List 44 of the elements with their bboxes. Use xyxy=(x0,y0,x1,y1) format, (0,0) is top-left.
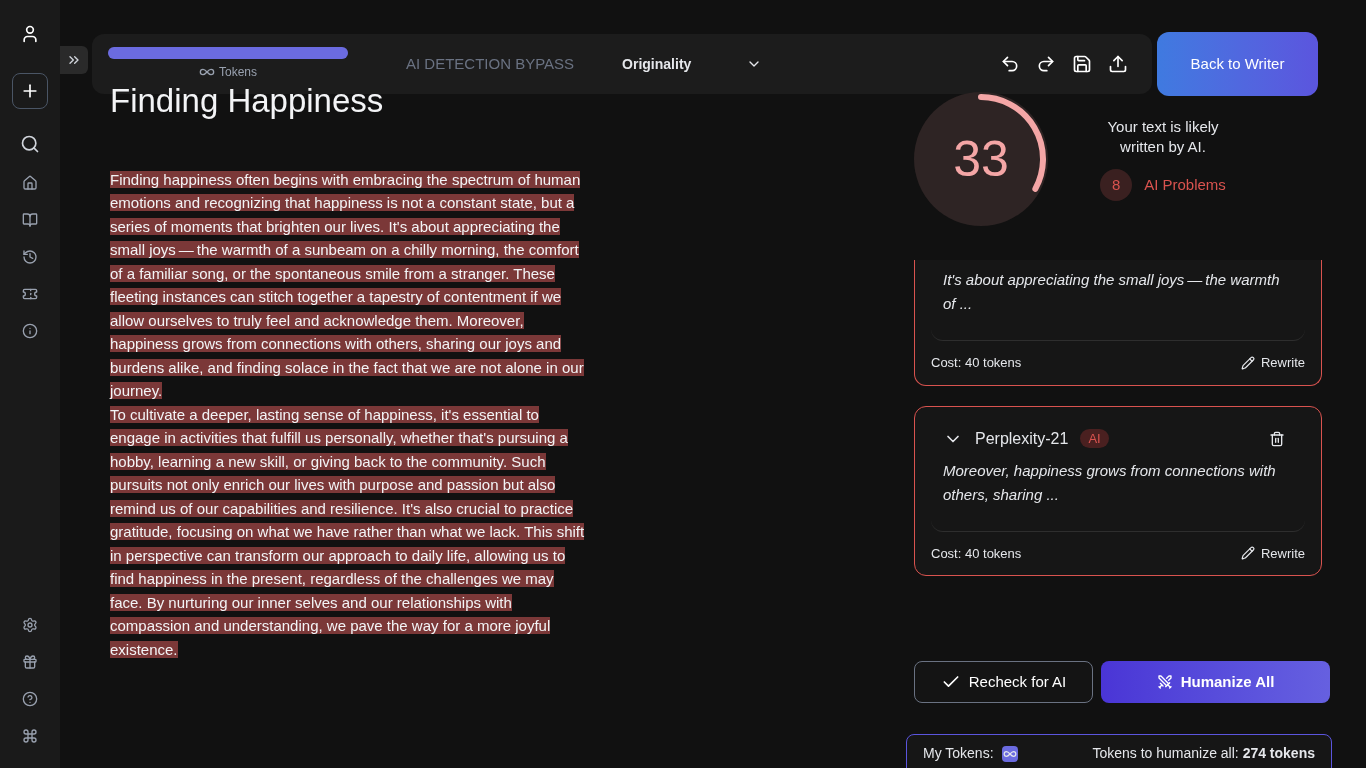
share-icon[interactable] xyxy=(1108,54,1128,74)
document-title: Finding Happiness xyxy=(110,81,385,121)
ai-tag: AI xyxy=(1080,428,1109,449)
history-icon[interactable] xyxy=(22,249,38,265)
detector-dropdown[interactable]: Originality xyxy=(622,53,763,75)
back-to-writer-button[interactable]: Back to Writer xyxy=(1157,32,1318,96)
book-icon[interactable] xyxy=(22,212,38,228)
issue-excerpt: It's about appreciating the small joys — the warmth of ... xyxy=(942,270,1281,314)
cost-label: Cost: 40 tokens xyxy=(931,544,1022,563)
document-text: Finding happiness often begins with embracing the spectrum of human emotions and recognizing that happiness is not a constant state, but a series of moments that brighten our lives. It's about appreciating the small joys — the warmth of a sunbeam on a chilly morning, the comfort of a familiar song, or the spontaneous smile from a stranger. These fleeting instances can stitch together a tapestry of contentment if we allow ourselves to truly feel and acknowledge them. Moreover, happiness grows from connections with others, sharing our joys and burdens alike, and finding solace in the fact that we are not alone in our journey. To cultivate a deeper, lasting sense of happiness, it's essential to engage in activities that fulfill us personally, whether that's pursuing a hobby, learning a new skill, or giving back to the community. Such pursuits not only enrich our lives with purpose and passion but also remind us of our capabilities and resilience. It's also crucial to practice gratitude, focusing on what we have rather than what we lack. This shift in perspective can transform our approach to daily life, allowing us to find happiness in the present, regardless of the challenges we may face. By nurturing our inner selves and our relationships with compassion and understanding, we pave the way for a more joyful existence. xyxy=(110,169,586,660)
new-button[interactable] xyxy=(12,73,48,109)
score-value: 33 xyxy=(953,129,1009,189)
trash-icon[interactable] xyxy=(1269,430,1285,447)
pencil-icon xyxy=(1240,355,1255,370)
search-icon[interactable] xyxy=(20,134,40,154)
infinity-badge-icon xyxy=(1001,745,1018,762)
my-tokens-label: My Tokens: xyxy=(923,744,994,763)
humanize-all-button[interactable]: Humanize All xyxy=(1101,661,1330,703)
settings-icon[interactable] xyxy=(22,617,38,633)
verdict-text: Your text is likely written by AI. xyxy=(1106,117,1220,157)
tokens-label: Tokens xyxy=(219,64,257,81)
redo-icon[interactable] xyxy=(1036,54,1056,74)
rewrite-button[interactable]: Rewrite xyxy=(1240,353,1305,373)
recheck-button[interactable]: Recheck for AI xyxy=(914,661,1093,703)
info-icon[interactable] xyxy=(22,323,38,339)
humanize-cost-text: Tokens to humanize all: 274 tokens xyxy=(1092,744,1315,763)
cost-label: Cost: 40 tokens xyxy=(931,354,1022,372)
pencil-icon xyxy=(1240,546,1255,561)
rewrite-button[interactable]: Rewrite xyxy=(1240,543,1305,563)
problems-label: AI Problems xyxy=(1144,174,1226,195)
crossed-swords-icon xyxy=(1156,674,1173,690)
ticket-icon[interactable] xyxy=(22,286,38,302)
help-icon[interactable] xyxy=(22,691,38,707)
gift-icon[interactable] xyxy=(22,654,38,670)
user-icon[interactable] xyxy=(20,24,40,44)
issue-excerpt: Moreover, happiness grows from connections with others, sharing ... xyxy=(942,460,1277,505)
problems-count: 8 xyxy=(1100,169,1133,201)
undo-icon[interactable] xyxy=(1000,54,1020,74)
issue-title: Perplexity-21 xyxy=(975,428,1069,449)
mode-title: AI DETECTION BYPASS xyxy=(406,53,575,74)
command-icon[interactable] xyxy=(22,728,38,744)
home-icon[interactable] xyxy=(22,175,38,191)
expand-button[interactable] xyxy=(60,46,88,74)
save-icon[interactable] xyxy=(1072,54,1092,74)
